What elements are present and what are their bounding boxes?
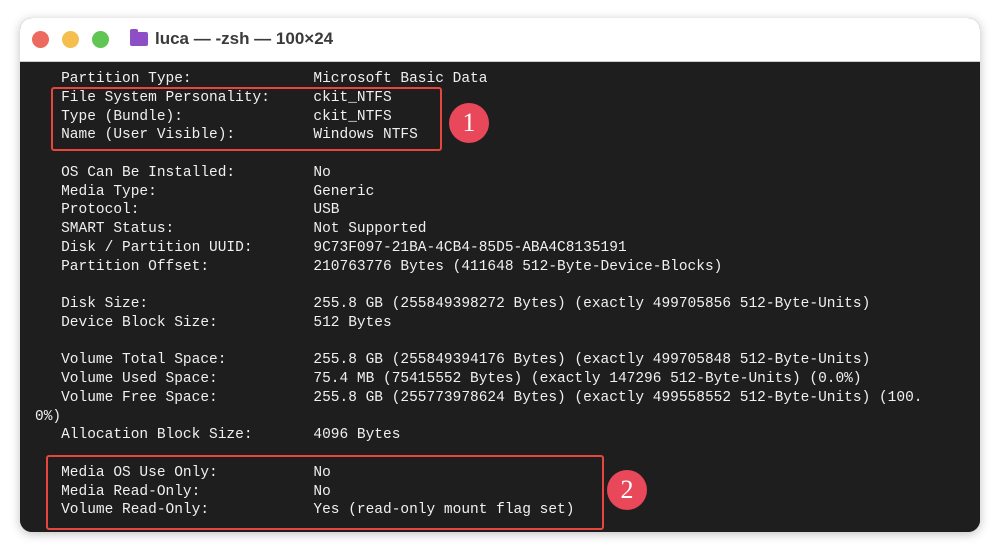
field-label: Disk / Partition UUID: — [35, 239, 253, 256]
field-value: No — [313, 164, 331, 181]
zoom-button[interactable] — [92, 31, 109, 48]
annotation-badge-2: 2 — [607, 470, 647, 510]
field-value: 255.8 GB (255849394176 Bytes) (exactly 4… — [313, 352, 871, 369]
output-line: Partition Type: Microsoft Basic Data — [35, 70, 487, 89]
output-line: Disk / Partition UUID: 9C73F097-21BA-4CB4… — [35, 239, 627, 258]
output-line: Protocol: USB — [35, 201, 339, 220]
highlight-box-2 — [46, 455, 604, 530]
close-button[interactable] — [32, 31, 49, 48]
output-line: 0%) — [35, 408, 270, 427]
field-value: 512 Bytes — [313, 314, 392, 331]
field-value: 4096 Bytes — [313, 427, 401, 444]
field-label: 0%) — [35, 408, 62, 425]
field-value: Generic — [313, 183, 375, 200]
field-value: Not Supported — [313, 221, 427, 237]
field-label: Device Block Size: — [35, 314, 218, 331]
output-line: Volume Free Space: 255.8 GB (255773978624… — [35, 389, 922, 408]
field-label: OS Can Be Installed: — [35, 164, 236, 181]
output-line: Device Block Size: 512 Bytes — [35, 314, 392, 333]
field-label: Volume Total Space: — [35, 352, 227, 369]
output-line: Allocation Block Size: 4096 Bytes — [35, 426, 400, 445]
field-value: 255.8 GB (255849398272 Bytes) (exactly 4… — [313, 296, 871, 312]
field-label: Partition Type: — [35, 71, 192, 87]
field-label: Protocol: — [35, 202, 140, 219]
field-label: Volume Free Space: — [35, 389, 218, 406]
output-line: Volume Total Space: 255.8 GB (25584939417… — [35, 351, 870, 370]
output-line: SMART Status: Not Supported — [35, 220, 426, 239]
field-value: 255.8 GB (255773978624 Bytes) (exactly 4… — [313, 389, 923, 406]
output-line: OS Can Be Installed: No — [35, 164, 331, 183]
highlight-box-1 — [51, 87, 442, 151]
title-bar: luca — -zsh — 100×24 — [20, 18, 980, 62]
field-label: SMART Status: — [35, 221, 175, 237]
folder-icon — [130, 29, 148, 46]
output-line: Volume Used Space: 75.4 MB (75415552 Byte… — [35, 370, 862, 389]
field-value: Microsoft Basic Data — [313, 71, 488, 87]
field-label: Allocation Block Size: — [35, 427, 253, 444]
output-line: Media Type: Generic — [35, 183, 374, 202]
field-label: Partition Offset: — [35, 258, 210, 275]
field-label: Media Type: — [35, 183, 157, 200]
annotation-badge-1: 1 — [449, 103, 489, 143]
field-label: Volume Used Space: — [35, 371, 218, 387]
field-value: 75.4 MB (75415552 Bytes) (exactly 147296… — [313, 371, 862, 387]
minimize-button[interactable] — [62, 31, 79, 48]
field-value: 9C73F097-21BA-4CB4-85D5-ABA4C8135191 — [313, 239, 627, 256]
field-value: USB — [313, 202, 340, 219]
window-title: luca — -zsh — 100×24 — [155, 29, 334, 48]
output-line: Disk Size: 255.8 GB (255849398272 Bytes) … — [35, 295, 870, 314]
output-line: Partition Offset: 210763776 Bytes (411648… — [35, 258, 722, 277]
field-label: Disk Size: — [35, 296, 149, 312]
field-value: 210763776 Bytes (411648 512-Byte-Device-… — [313, 258, 723, 275]
